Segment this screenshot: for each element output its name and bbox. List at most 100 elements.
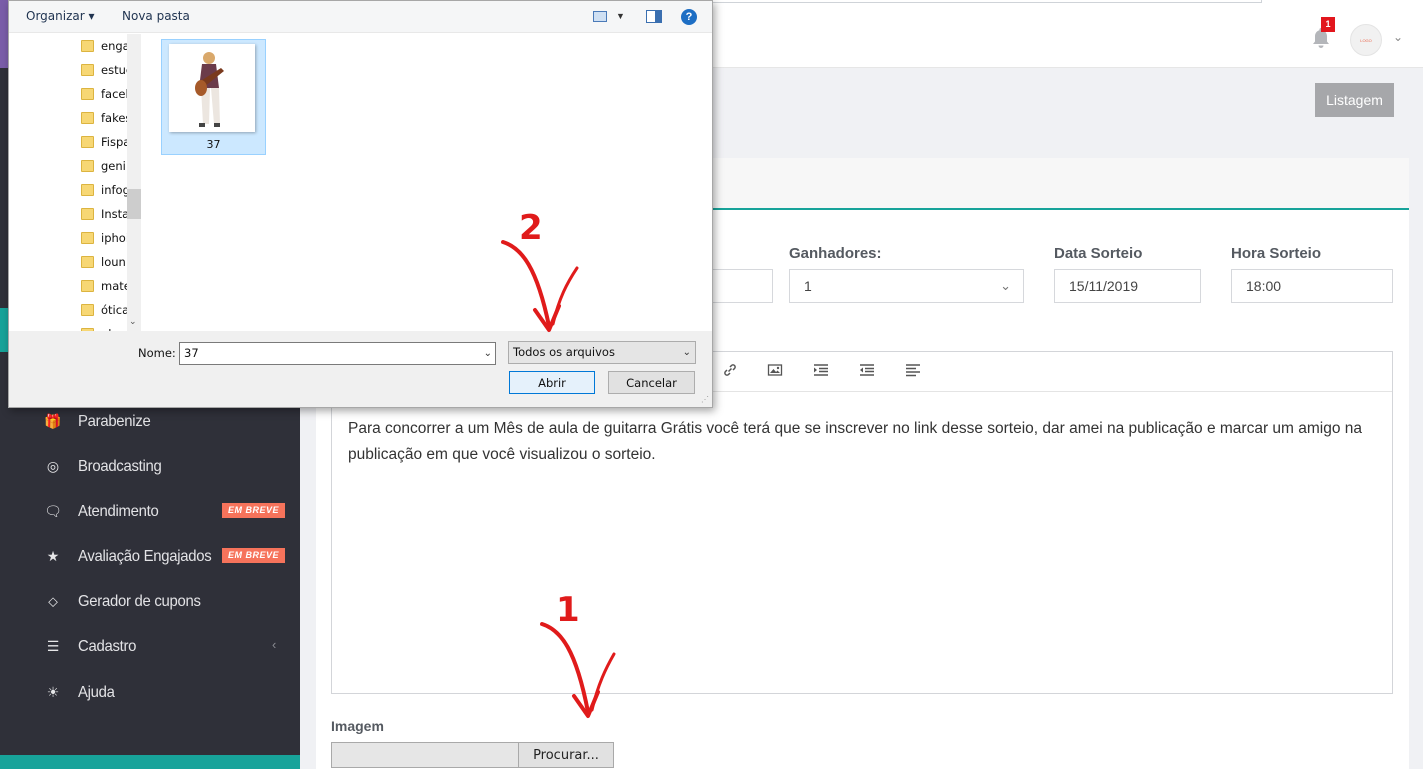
- hora-sorteio-label: Hora Sorteio: [1231, 245, 1322, 262]
- folder-name: ótica: [101, 303, 130, 317]
- sidebar-item-label: Gerador de cupons: [78, 592, 201, 610]
- sidebar-accent-purple: [0, 0, 8, 68]
- avatar[interactable]: LOGO: [1350, 24, 1382, 56]
- sidebar-item-broadcasting[interactable]: ◎ Broadcasting: [0, 444, 300, 489]
- ganhadores-value: 1: [804, 278, 812, 294]
- gift-icon: 🎁: [44, 413, 62, 430]
- sidebar-item-label: Broadcasting: [78, 457, 162, 475]
- avatar-logo-text: LOGO: [1360, 37, 1372, 43]
- sidebar-item-cupons[interactable]: ⬦ Gerador de cupons: [0, 579, 300, 624]
- align-left-icon[interactable]: [903, 362, 923, 382]
- chat-icon: 🗨: [44, 503, 62, 520]
- folder-name: geni: [101, 159, 126, 173]
- sidebar-item-avaliacao[interactable]: ★ Avaliação Engajados EM BREVE: [0, 534, 300, 579]
- ganhadores-select[interactable]: 1 ⌄: [789, 269, 1024, 303]
- folder-icon: [81, 280, 94, 292]
- annotation-arrow-1: [540, 622, 616, 718]
- chevron-down-icon: ⌄: [1000, 278, 1011, 293]
- dialog-toolbar: Organizar ▾ Nova pasta ▼ ?: [9, 1, 712, 33]
- star-icon: ★: [46, 548, 60, 565]
- folder-name: infog: [101, 183, 130, 197]
- browse-button[interactable]: Procurar...: [518, 742, 614, 768]
- listagem-button[interactable]: Listagem: [1315, 83, 1394, 117]
- chevron-down-icon[interactable]: ⌄: [1393, 30, 1403, 44]
- chevron-left-icon: ‹: [272, 637, 277, 652]
- folder-icon: [81, 112, 94, 124]
- open-button[interactable]: Abrir: [509, 371, 595, 394]
- file-type-value: Todos os arquivos: [513, 345, 615, 359]
- ticket-icon: ⬦: [48, 593, 58, 610]
- sidebar-item-atendimento[interactable]: 🗨 Atendimento EM BREVE: [0, 489, 300, 534]
- folder-icon: [81, 304, 94, 316]
- sidebar-item-label: Avaliação Engajados: [78, 547, 212, 565]
- folder-icon: [81, 136, 94, 148]
- scroll-down-icon[interactable]: ⌄: [129, 316, 137, 327]
- new-folder-button[interactable]: Nova pasta: [122, 9, 190, 23]
- scrollbar-thumb[interactable]: [127, 189, 141, 219]
- sidebar-footer-bar: [0, 755, 300, 769]
- partial-input-field[interactable]: [712, 269, 773, 303]
- link-icon[interactable]: [720, 362, 740, 382]
- ganhadores-label: Ganhadores:: [789, 245, 882, 262]
- file-name: 37: [206, 138, 221, 151]
- sidebar-accent-teal: [0, 308, 8, 352]
- editor-content[interactable]: Para concorrer a um Mês de aula de guita…: [348, 416, 1378, 468]
- filename-value: 37: [184, 346, 199, 360]
- sidebar-item-label: Atendimento: [78, 502, 159, 520]
- view-mode-icon[interactable]: [593, 11, 607, 22]
- folder-name: Fispa: [101, 135, 131, 149]
- annotation-arrow-2: [501, 240, 579, 332]
- sidebar-item-ajuda[interactable]: ☀ Ajuda: [0, 670, 300, 715]
- preview-pane-icon[interactable]: [646, 10, 662, 23]
- folder-icon: [81, 232, 94, 244]
- filename-input[interactable]: 37 ⌄: [179, 342, 496, 365]
- folder-icon: [81, 88, 94, 100]
- view-dropdown-icon[interactable]: ▼: [616, 11, 625, 21]
- sliders-icon: ☰: [46, 638, 60, 655]
- compass-icon: ◎: [46, 458, 60, 475]
- outdent-icon[interactable]: [857, 362, 877, 382]
- file-item-selected[interactable]: 37: [161, 39, 266, 155]
- sidebar-item-label: Ajuda: [78, 683, 115, 701]
- coming-soon-badge: EM BREVE: [222, 548, 285, 563]
- folder-name: Insta: [101, 207, 130, 221]
- cancel-button[interactable]: Cancelar: [608, 371, 695, 394]
- sidebar-item-label: Cadastro: [78, 637, 137, 655]
- folder-icon: [81, 40, 94, 52]
- filename-label: Nome:: [138, 346, 176, 360]
- image-icon[interactable]: [765, 362, 785, 382]
- chevron-down-icon[interactable]: ⌄: [484, 343, 492, 364]
- folder-icon: [81, 64, 94, 76]
- coming-soon-badge: EM BREVE: [222, 503, 285, 518]
- folder-name: facel: [101, 87, 129, 101]
- folder-name: loun: [101, 255, 126, 269]
- sidebar-item-cadastro[interactable]: ☰ Cadastro ‹: [0, 624, 300, 669]
- folder-icon: [81, 160, 94, 172]
- sidebar-item-label: Parabenize: [78, 412, 151, 430]
- folder-icon: [81, 208, 94, 220]
- indent-icon[interactable]: [811, 362, 831, 382]
- nav-pane-scrollbar[interactable]: ⌄: [127, 34, 141, 331]
- imagem-label: Imagem: [331, 718, 384, 734]
- file-path-input[interactable]: [331, 742, 519, 768]
- dialog-footer: Nome: 37 ⌄ Todos os arquivos ⌄ Abrir Can…: [9, 331, 712, 407]
- browser-address-bar-edge: [712, 0, 1262, 3]
- chevron-down-icon: ⌄: [682, 347, 691, 358]
- folder-navigation-pane: enga estuc facel fakes Fispa geni infog …: [9, 34, 143, 331]
- hora-sorteio-field[interactable]: 18:00: [1231, 269, 1393, 303]
- folder-icon: [81, 184, 94, 196]
- resize-grip-icon[interactable]: ⋰: [701, 395, 709, 404]
- folder-icon: [81, 256, 94, 268]
- help-icon[interactable]: ?: [681, 9, 697, 25]
- file-open-dialog: Organizar ▾ Nova pasta ▼ ? enga estuc fa…: [8, 0, 713, 408]
- file-type-select[interactable]: Todos os arquivos ⌄: [508, 341, 696, 364]
- folder-name: iphoi: [101, 231, 130, 245]
- data-sorteio-label: Data Sorteio: [1054, 245, 1143, 262]
- organize-button[interactable]: Organizar ▾: [26, 9, 95, 23]
- data-sorteio-field[interactable]: 15/11/2019: [1054, 269, 1201, 303]
- file-list-area: 37: [145, 34, 712, 331]
- folder-name: enga: [101, 39, 130, 53]
- notification-count-badge: 1: [1321, 17, 1335, 32]
- lightbulb-icon: ☀: [46, 684, 60, 701]
- guitarist-thumbnail-image: [169, 44, 255, 132]
